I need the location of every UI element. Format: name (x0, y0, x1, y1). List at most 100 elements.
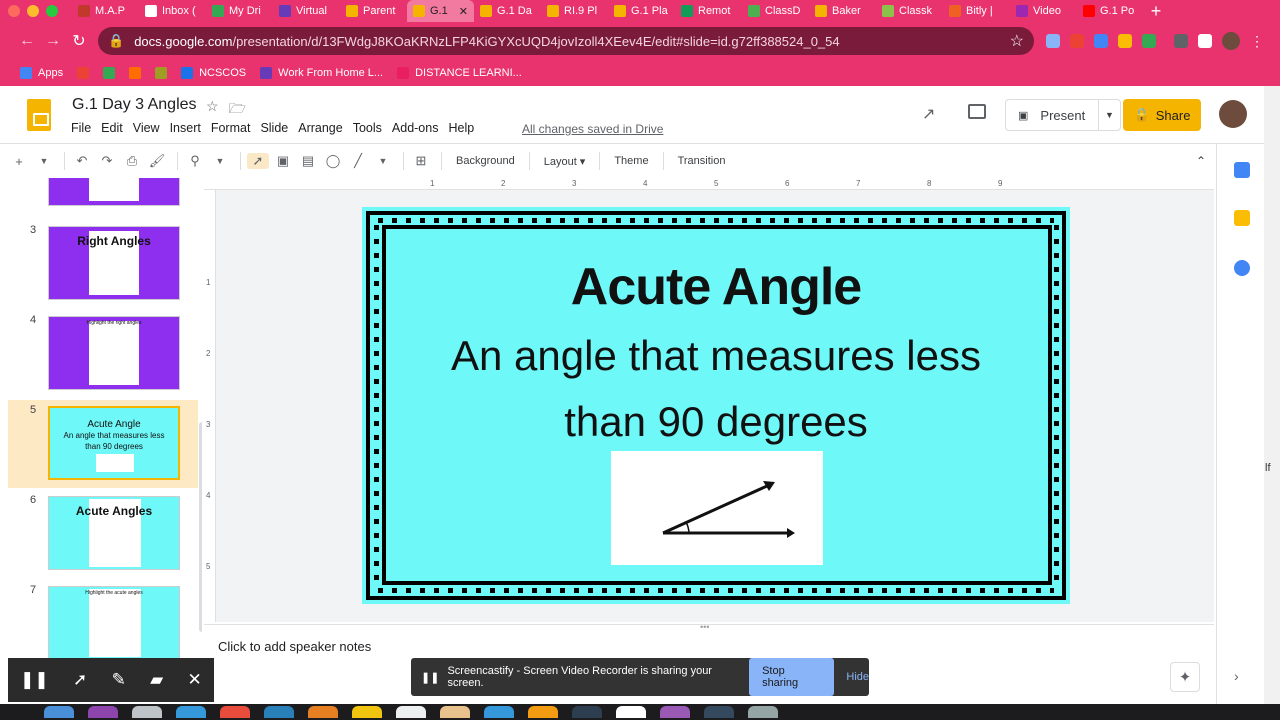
present-dropdown-icon[interactable]: ▼ (1098, 100, 1120, 130)
bookmark-star-icon[interactable]: ☆ (1010, 31, 1024, 51)
new-tab-button[interactable]: + (1144, 1, 1168, 22)
keep-icon[interactable] (1234, 210, 1250, 226)
bookmark-item[interactable] (129, 67, 142, 79)
dock-app-icon[interactable] (220, 706, 250, 718)
extension-icon[interactable] (1094, 34, 1108, 48)
menu-file[interactable]: File (71, 121, 91, 135)
paint-format-icon[interactable]: 🖌 (146, 153, 168, 169)
menu-add-ons[interactable]: Add-ons (392, 121, 439, 135)
stop-sharing-button[interactable]: Stop sharing (749, 658, 835, 696)
eraser-icon[interactable]: ▰ (150, 670, 163, 690)
comments-icon[interactable] (968, 104, 986, 119)
collapse-toolbar-icon[interactable]: ⌃ (1196, 154, 1206, 168)
line-icon[interactable]: ╱ (347, 153, 369, 169)
dock-app-icon[interactable] (132, 706, 162, 718)
extension-icon[interactable] (1174, 34, 1188, 48)
dock-app-icon[interactable] (396, 706, 426, 718)
browser-tab[interactable]: My Dri (206, 0, 273, 22)
minimize-window-icon[interactable] (27, 5, 39, 17)
zoom-icon[interactable]: ⚲ (184, 153, 206, 169)
close-window-icon[interactable] (8, 5, 20, 17)
extension-icon[interactable] (1070, 34, 1084, 48)
dock-app-icon[interactable] (440, 706, 470, 718)
menu-view[interactable]: View (133, 121, 160, 135)
dock-app-icon[interactable] (616, 706, 646, 718)
layout-button[interactable]: Layout ▾ (544, 155, 586, 168)
forward-icon[interactable]: → (40, 32, 66, 50)
menu-arrange[interactable]: Arrange (298, 121, 342, 135)
slide-thumbnail[interactable]: 3 Right Angles (8, 220, 198, 308)
browser-tab[interactable]: G.1 Pla (608, 0, 675, 22)
background-button[interactable]: Background (456, 155, 515, 167)
browser-tab[interactable]: Video (1010, 0, 1077, 22)
activity-dashboard-icon[interactable]: ↗ (922, 104, 935, 124)
new-slide-dropdown-icon[interactable]: ▼ (33, 156, 55, 166)
dock-app-icon[interactable] (176, 706, 206, 718)
calendar-icon[interactable] (1234, 162, 1250, 178)
save-status-link[interactable]: All changes saved in Drive (522, 122, 663, 136)
bookmark-item[interactable]: NCSCOS (181, 67, 246, 79)
star-icon[interactable]: ☆ (206, 98, 219, 122)
dock-app-icon[interactable] (660, 706, 690, 718)
bookmark-item[interactable] (77, 67, 90, 79)
slide-thumbnail[interactable]: 4 Highlight the right angles (8, 310, 198, 398)
pause-icon[interactable]: ❚❚ (20, 670, 49, 690)
hide-button[interactable]: Hide (846, 671, 869, 683)
browser-tab[interactable]: RI.9 Pl (541, 0, 608, 22)
redo-icon[interactable]: ↷ (96, 153, 118, 169)
dock-app-icon[interactable] (748, 706, 778, 718)
close-icon[interactable]: ✕ (188, 670, 202, 690)
show-side-panel-icon[interactable]: › (1234, 668, 1239, 684)
text-box-icon[interactable]: ▣ (272, 153, 294, 169)
explore-icon[interactable]: ✦ (1170, 662, 1200, 692)
document-title[interactable]: G.1 Day 3 Angles (72, 96, 197, 114)
bookmark-item[interactable]: DISTANCE LEARNI... (397, 67, 522, 79)
bookmark-item[interactable]: Apps (20, 67, 63, 79)
slide-thumbnail[interactable] (8, 178, 198, 214)
browser-tab[interactable]: G.1 ✕ (407, 0, 474, 22)
extension-icon[interactable] (1198, 34, 1212, 48)
acute-angle-image[interactable] (611, 451, 823, 565)
dock-app-icon[interactable] (308, 706, 338, 718)
browser-tab[interactable]: M.A.P (72, 0, 139, 22)
dock-app-icon[interactable] (704, 706, 734, 718)
theme-button[interactable]: Theme (614, 155, 648, 167)
add-comment-icon[interactable]: ⊞ (410, 153, 432, 169)
image-icon[interactable]: ▤ (297, 153, 319, 169)
filmstrip-scrollbar[interactable] (199, 422, 202, 632)
pen-icon[interactable]: ✎ (112, 670, 126, 690)
menu-slide[interactable]: Slide (260, 121, 288, 135)
notes-resize-handle[interactable]: ••• (700, 622, 709, 632)
dock-app-icon[interactable] (264, 706, 294, 718)
slides-logo-icon[interactable] (27, 99, 51, 131)
shape-icon[interactable]: ◯ (322, 153, 344, 169)
move-folder-icon[interactable]: 🗁 (229, 98, 246, 122)
select-cursor-icon[interactable]: ➚ (247, 153, 269, 169)
undo-icon[interactable]: ↶ (71, 153, 93, 169)
line-dropdown-icon[interactable]: ▼ (372, 156, 394, 166)
cursor-icon[interactable]: ➚ (73, 670, 87, 690)
dock-app-icon[interactable] (88, 706, 118, 718)
bookmark-item[interactable] (155, 67, 168, 79)
slide-thumbnail[interactable]: 5 Acute Angle An angle that measures less … (8, 400, 198, 488)
transition-button[interactable]: Transition (678, 155, 726, 167)
user-avatar[interactable] (1219, 100, 1247, 128)
extension-icon[interactable] (1142, 34, 1156, 48)
dock-app-icon[interactable] (484, 706, 514, 718)
dock-app-icon[interactable] (352, 706, 382, 718)
menu-format[interactable]: Format (211, 121, 251, 135)
bookmark-item[interactable] (103, 67, 116, 79)
browser-tab[interactable]: G.1 Po (1077, 0, 1144, 22)
share-button[interactable]: 🔒 Share (1123, 99, 1201, 131)
print-icon[interactable]: ⎙ (121, 153, 143, 169)
slide-thumbnail[interactable]: 7 Highlight the acute angles (8, 580, 198, 660)
present-button[interactable]: ▣ Present ▼ (1005, 99, 1121, 131)
menu-help[interactable]: Help (448, 121, 474, 135)
tasks-icon[interactable] (1234, 260, 1250, 276)
extension-icon[interactable] (1118, 34, 1132, 48)
slide-body-text[interactable]: An angle that measures less than 90 degr… (362, 323, 1070, 455)
browser-tab[interactable]: Baker (809, 0, 876, 22)
slide-thumbnail[interactable]: 6 Acute Angles (8, 490, 198, 578)
dock-app-icon[interactable] (528, 706, 558, 718)
back-icon[interactable]: ← (14, 32, 40, 50)
